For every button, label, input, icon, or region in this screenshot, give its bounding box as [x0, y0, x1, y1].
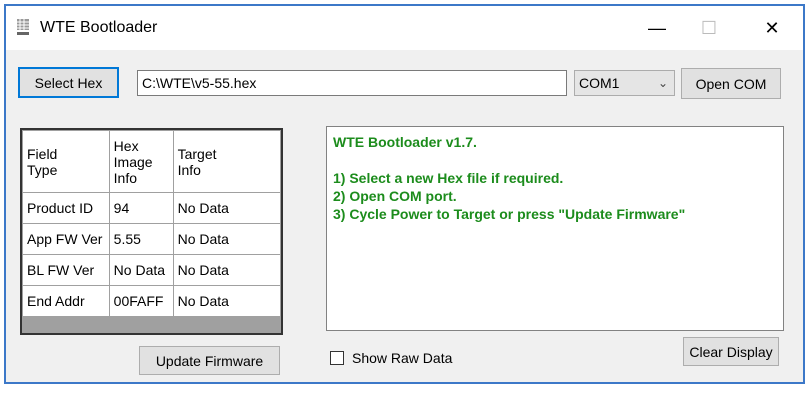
open-com-button[interactable]: Open COM — [681, 68, 781, 99]
select-hex-button[interactable]: Select Hex — [18, 67, 119, 98]
header-line: Type — [27, 161, 58, 178]
console-line: WTE Bootloader v1.7. — [333, 134, 477, 150]
hex-info-grid[interactable]: Field Type Hex Image Info Target Info Pr… — [20, 128, 283, 335]
header-line: Info — [113, 169, 138, 186]
table-cell[interactable]: No Data — [172, 254, 281, 286]
header-field-type: Field Type — [22, 130, 110, 193]
table-cell[interactable]: No Data — [172, 192, 281, 224]
clear-display-button[interactable]: Clear Display — [683, 337, 779, 366]
show-raw-data-checkbox[interactable] — [330, 351, 344, 365]
console-line: 2) Open COM port. — [333, 188, 457, 204]
table-row[interactable]: Product ID 94 No Data — [22, 192, 281, 224]
table-cell[interactable]: 00FAFF — [108, 285, 174, 317]
chevron-down-icon: ⌄ — [657, 76, 668, 90]
maximize-button[interactable]: ☐ — [686, 6, 732, 50]
table-cell[interactable]: App FW Ver — [22, 223, 110, 255]
app-window: WTE Bootloader — ☐ ✕ Select Hex C:\WTE\v… — [4, 4, 805, 384]
console-line: 3) Cycle Power to Target or press "Updat… — [333, 206, 686, 222]
table-row[interactable]: End Addr 00FAFF No Data — [22, 285, 281, 317]
bootloader-app-icon — [17, 19, 29, 35]
header-line: Target — [177, 145, 217, 162]
table-cell[interactable]: 5.55 — [108, 223, 174, 255]
output-console[interactable]: WTE Bootloader v1.7. 1) Select a new Hex… — [326, 126, 784, 331]
minimize-button[interactable]: — — [634, 6, 680, 50]
header-line: Info — [177, 161, 201, 178]
show-raw-data-label: Show Raw Data — [352, 350, 453, 366]
window-title: WTE Bootloader — [40, 19, 158, 36]
table-row[interactable]: BL FW Ver No Data No Data — [22, 254, 281, 286]
header-line: Hex — [113, 137, 139, 154]
header-line: Image — [113, 153, 153, 170]
console-line: 1) Select a new Hex file if required. — [333, 170, 564, 186]
header-hex-image-info: Hex Image Info — [108, 130, 174, 193]
table-cell[interactable]: Product ID — [22, 192, 110, 224]
close-button[interactable]: ✕ — [749, 6, 795, 50]
com-port-selected-value: COM1 — [579, 75, 620, 91]
hex-file-path-field[interactable]: C:\WTE\v5-55.hex — [137, 70, 567, 96]
grid-header-row: Field Type Hex Image Info Target Info — [22, 130, 281, 193]
table-cell[interactable]: No Data — [172, 285, 281, 317]
show-raw-data-toggle[interactable]: Show Raw Data — [330, 350, 452, 366]
table-cell[interactable]: No Data — [108, 254, 174, 286]
update-firmware-button[interactable]: Update Firmware — [139, 346, 280, 375]
table-cell[interactable]: No Data — [172, 223, 281, 255]
table-row[interactable]: App FW Ver 5.55 No Data — [22, 223, 281, 255]
title-bar[interactable]: WTE Bootloader — ☐ ✕ — [6, 6, 803, 50]
header-line: Field — [27, 145, 58, 162]
table-cell[interactable]: BL FW Ver — [22, 254, 110, 286]
com-port-select[interactable]: COM1 ⌄ — [574, 70, 675, 96]
table-cell[interactable]: 94 — [108, 192, 174, 224]
header-target-info: Target Info — [172, 130, 281, 193]
table-cell[interactable]: End Addr — [22, 285, 110, 317]
